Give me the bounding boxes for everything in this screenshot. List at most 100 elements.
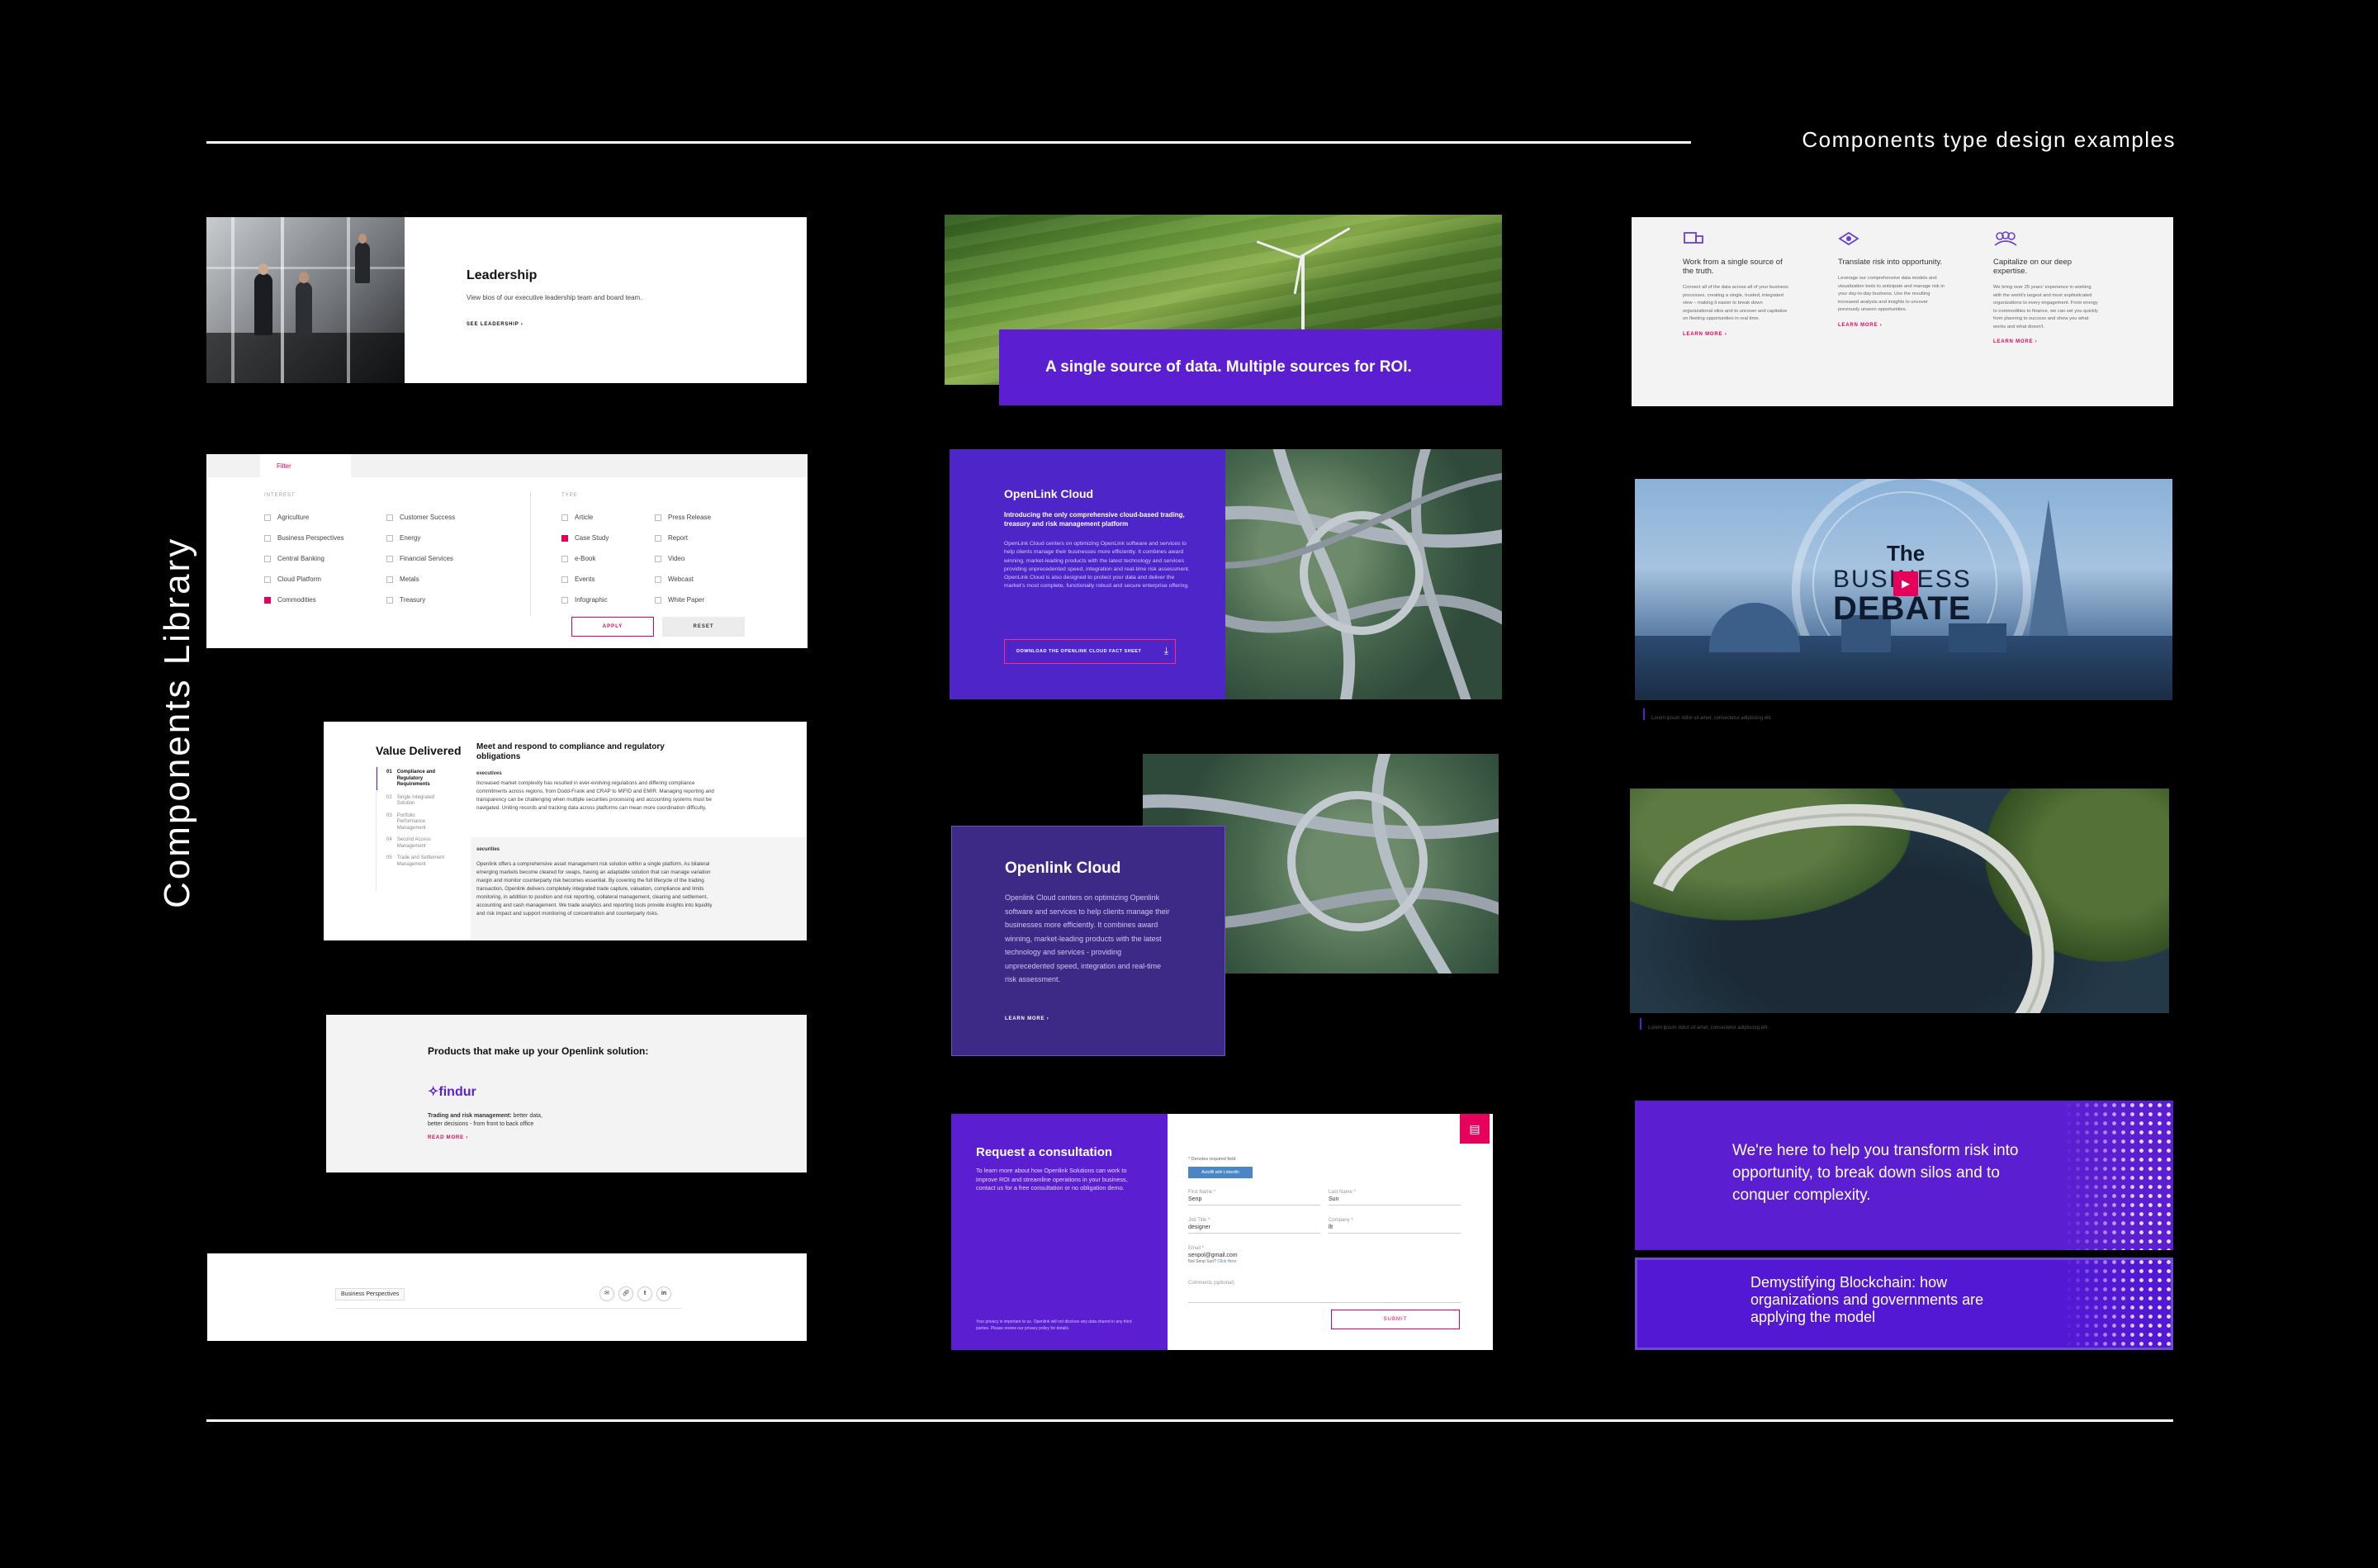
first-name-field[interactable]: First Name * Senp — [1188, 1190, 1320, 1206]
comments-field[interactable]: Comments (optional) — [1188, 1281, 1461, 1303]
checkbox-checked[interactable] — [561, 534, 568, 542]
bottom-divider — [206, 1419, 2173, 1422]
submit-button[interactable]: SUBMIT — [1331, 1310, 1460, 1329]
feature-learn-more-link[interactable]: LEARN MORE › — [1838, 323, 1945, 328]
filter-option-label: White Paper — [668, 596, 705, 604]
email-icon[interactable]: ✉ — [599, 1286, 614, 1301]
filter-option[interactable]: Business Perspectives — [264, 534, 343, 542]
filter-option-label: Case Study — [575, 534, 609, 542]
openlink-card-text: Openlink Cloud centers on optimizing Ope… — [1005, 893, 1170, 983]
checkbox[interactable] — [561, 555, 568, 562]
last-name-field[interactable]: Last Name * Sun — [1329, 1190, 1461, 1206]
filter-option-label: Webcast — [668, 576, 694, 583]
comments-label: Comments (optional) — [1188, 1281, 1234, 1286]
filter-option[interactable]: Commodities — [264, 596, 316, 604]
job-title-field[interactable]: Job Title * designer — [1188, 1218, 1320, 1234]
autofill-linkedin-button[interactable]: Autofill with LinkedIn — [1188, 1167, 1253, 1178]
feature-text: We bring over 25 years' experience in wo… — [1993, 285, 2098, 329]
reset-button[interactable]: RESET — [662, 617, 745, 637]
filter-option[interactable]: Energy — [386, 534, 420, 542]
checkbox[interactable] — [264, 555, 271, 562]
value-section2-text: Openlink offers a comprehensive asset ma… — [476, 861, 713, 917]
twitter-icon[interactable]: t — [637, 1286, 652, 1301]
checkbox[interactable] — [655, 596, 661, 604]
email-field[interactable]: Email * senpol@gmail.com Not Senp Sun? C… — [1188, 1246, 1320, 1264]
checkbox[interactable] — [264, 514, 271, 521]
findur-logo-text: findur — [438, 1085, 476, 1099]
feature-learn-more-link[interactable]: LEARN MORE › — [1993, 339, 2101, 344]
company-field[interactable]: Company * llt — [1329, 1218, 1461, 1234]
filter-option[interactable]: e-Book — [561, 555, 595, 562]
value-delivered-card: Value Delivered Meet and respond to comp… — [324, 722, 807, 940]
checkbox[interactable] — [561, 576, 568, 583]
filter-option[interactable]: Central Banking — [264, 555, 324, 562]
checkbox[interactable] — [561, 514, 568, 521]
filter-option[interactable]: Metals — [386, 576, 419, 583]
value-tab-label: Trade and Settlement Management — [396, 855, 445, 867]
checkbox[interactable] — [264, 534, 271, 542]
checkbox[interactable] — [655, 576, 661, 583]
filter-option[interactable]: Press Release — [655, 514, 711, 521]
filter-option[interactable]: Agriculture — [264, 514, 309, 521]
company-value: llt — [1329, 1225, 1333, 1230]
play-icon[interactable]: ▶ — [1893, 571, 1918, 596]
value-tab-label: Single Integrated Solution — [396, 794, 435, 807]
filter-option-label: Report — [668, 534, 689, 542]
checkbox[interactable] — [386, 576, 393, 583]
filter-option[interactable]: Webcast — [655, 576, 694, 583]
checkbox[interactable] — [386, 596, 393, 604]
checkbox[interactable] — [386, 555, 393, 562]
value-tab[interactable]: 05 Trade and Settlement Management — [386, 855, 469, 868]
apply-button[interactable]: APPLY — [571, 617, 654, 637]
dot-pattern-2 — [2064, 1258, 2173, 1350]
feature-learn-more-link[interactable]: LEARN MORE › — [1683, 332, 1790, 337]
filter-tab[interactable]: Filter — [260, 454, 351, 479]
share-tag[interactable]: Business Perspectives — [335, 1288, 405, 1300]
filter-option[interactable]: Financial Services — [386, 555, 453, 562]
filter-option[interactable]: Article — [561, 514, 593, 521]
link-icon[interactable]: 🔗︎ — [618, 1286, 633, 1301]
checkbox[interactable] — [386, 514, 393, 521]
value-section1-text: Increased market complexity has resulted… — [476, 780, 714, 811]
last-name-value: Sun — [1329, 1196, 1339, 1202]
value-tab[interactable]: 04 Second Access Management — [386, 837, 469, 850]
checkbox[interactable] — [561, 596, 568, 604]
filter-option[interactable]: Treasury — [386, 596, 425, 604]
filter-option[interactable]: Customer Success — [386, 514, 455, 521]
filter-option[interactable]: Events — [561, 576, 594, 583]
chat-icon[interactable]: ▤ — [1460, 1114, 1490, 1144]
value-tab[interactable]: 02 Single Integrated Solution — [386, 795, 469, 808]
checkbox[interactable] — [655, 555, 661, 562]
checkbox[interactable] — [386, 534, 393, 542]
filter-option[interactable]: Report — [655, 534, 688, 542]
value-tab-number: 02 — [386, 794, 392, 800]
leadership-card: Leadership View bios of our executive le… — [206, 217, 807, 383]
checkbox[interactable] — [655, 514, 661, 521]
openlink-card-title: Openlink Cloud — [1005, 860, 1121, 877]
filter-option[interactable]: Video — [655, 555, 685, 562]
learn-more-link[interactable]: LEARN MORE › — [1005, 1016, 1049, 1021]
filter-option[interactable]: Infographic — [561, 596, 608, 604]
openlink-cloud-title: OpenLink Cloud — [1004, 487, 1094, 500]
read-more-link[interactable]: READ MORE › — [428, 1135, 468, 1140]
value-tab[interactable]: 03 Portfolio Performance Management — [386, 813, 469, 832]
value-tab[interactable]: 01 Compliance and Regulatory Requirements — [386, 770, 469, 789]
consultation-form: ▤ * Denotes required field Autofill with… — [1168, 1114, 1493, 1350]
checkbox-checked[interactable] — [264, 596, 271, 604]
see-leadership-link[interactable]: SEE LEADERSHIP › — [467, 322, 523, 327]
filter-option-label: Financial Services — [400, 555, 453, 562]
linkedin-icon[interactable]: in — [656, 1286, 671, 1301]
filter-option[interactable]: Case Study — [561, 534, 609, 542]
feature-title: Translate risk into opportunity. — [1838, 258, 1943, 267]
filter-option[interactable]: Cloud Platform — [264, 576, 321, 583]
click-here-link[interactable]: Click Here — [1217, 1259, 1236, 1264]
business-debate-video[interactable]: The BUSINESS DEBATE ▶ — [1635, 479, 2172, 700]
products-text-bold: Trading and risk management: — [428, 1113, 512, 1119]
filter-option[interactable]: White Paper — [655, 596, 704, 604]
cta-banner-2[interactable]: Demystifying Blockchain: how organizatio… — [1635, 1258, 2173, 1350]
checkbox[interactable] — [264, 576, 271, 583]
filter-option-label: Treasury — [400, 596, 426, 604]
checkbox[interactable] — [655, 534, 661, 542]
download-fact-sheet-button[interactable]: DOWNLOAD THE OPENLINK CLOUD FACT SHEET ⤓ — [1004, 639, 1176, 664]
type-heading: TYPE — [561, 493, 578, 498]
